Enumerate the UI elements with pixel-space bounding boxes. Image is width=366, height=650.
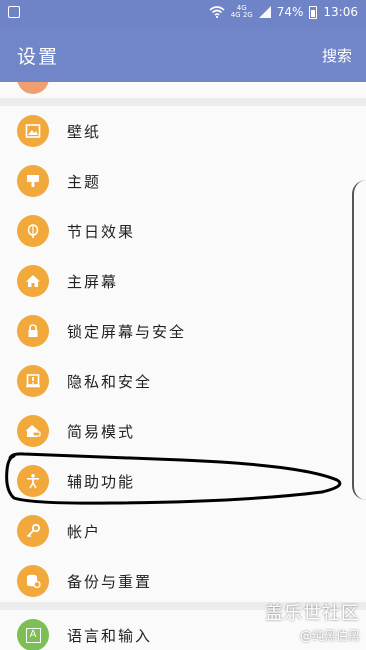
hand-drawn-annotation-circle [5,452,342,505]
easy-mode-icon [17,415,49,447]
wifi-icon [209,6,225,18]
language-icon-letter: A [25,627,41,643]
page-title: 设置 [17,46,60,68]
notification-image-icon [8,6,20,18]
settings-item-wallpaper[interactable]: 壁纸 [0,106,366,156]
search-button[interactable]: 搜索 [322,45,352,66]
status-right-cluster: 4G 4G 2G 74% 13:06 [209,5,358,19]
watermark-site: 盖乐世社区 [265,603,360,624]
settings-item-privacy[interactable]: 隐私和安全 [0,356,366,406]
settings-item-label: 隐私和安全 [67,373,153,391]
language-icon: A [17,619,49,650]
settings-item-label: 节日效果 [67,223,136,241]
previous-section-card [0,82,366,98]
network-left-label: 4G [230,11,241,19]
battery-percent: 74% [276,5,304,19]
theme-icon [17,165,49,197]
key-icon [17,515,49,547]
app-bar: 设置 搜索 [0,26,366,82]
settings-item-label: 壁纸 [67,123,102,141]
settings-item-label: 主屏幕 [67,273,119,291]
watermark-user: @纯黑伯黑 [299,629,360,643]
settings-item-accounts[interactable]: 帐户 [0,506,366,556]
settings-item-theme[interactable]: 主题 [0,156,366,206]
settings-item-label: 备份与重置 [67,573,153,591]
battery-icon [309,5,318,19]
settings-item-festival-effect[interactable]: 节日效果 [0,206,366,256]
edge-screen-curve [352,180,366,500]
settings-item-home-screen[interactable]: 主屏幕 [0,256,366,306]
status-bar: 4G 4G 2G 74% 13:06 [0,0,366,26]
wallpaper-icon [17,115,49,147]
settings-item-label: 帐户 [67,523,102,541]
settings-item-easy-mode[interactable]: 简易模式 [0,406,366,456]
network-indicator: 4G 4G 2G [231,5,253,19]
display-settings-card: 壁纸 主题 节日效果 主屏幕 锁定屏幕与安全 隐私和安全 简易模式 辅助功能 帐… [0,106,366,602]
clock: 13:06 [323,5,358,19]
settings-list[interactable]: 壁纸 主题 节日效果 主屏幕 锁定屏幕与安全 隐私和安全 简易模式 辅助功能 帐… [0,82,366,650]
settings-item-label: 简易模式 [67,423,136,441]
festival-effect-icon [17,215,49,247]
lock-icon [17,315,49,347]
home-icon [17,265,49,297]
backup-icon [17,565,49,597]
signal-icon [258,6,271,18]
settings-item-label: 锁定屏幕与安全 [67,323,187,341]
settings-item-lock-screen[interactable]: 锁定屏幕与安全 [0,306,366,356]
network-right-label: 2G [242,11,253,19]
privacy-icon [17,365,49,397]
watermark: 盖乐世社区 @纯黑伯黑 [265,599,360,644]
settings-item-label: 语言和输入 [67,627,153,645]
settings-item-label: 主题 [67,173,102,191]
partial-icon [17,82,49,94]
